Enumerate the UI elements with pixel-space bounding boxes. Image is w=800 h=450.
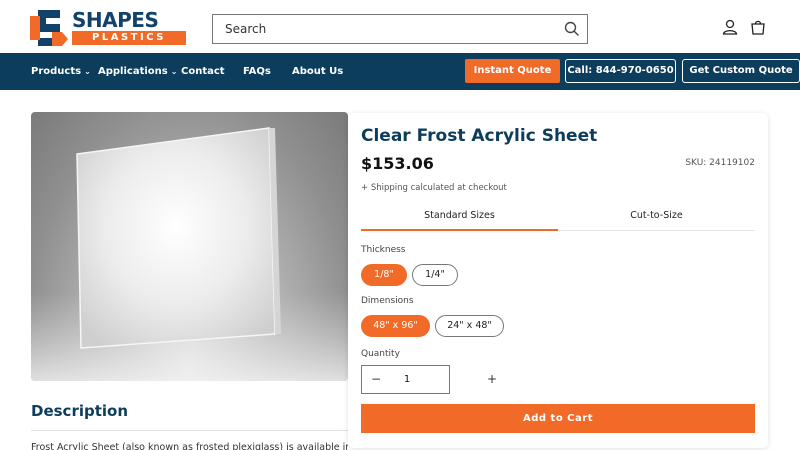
product-title: Clear Frost Acrylic Sheet — [361, 126, 598, 146]
call-button[interactable]: Call: 844-970-0650 — [565, 59, 676, 83]
nav-item-label: About Us — [292, 66, 344, 77]
main-nav: Products ⌄ Applications ⌄ Contact FAQs Abo… — [0, 53, 800, 90]
logo[interactable]: SHAPES PLASTICS — [30, 8, 186, 48]
site-header: SHAPES PLASTICS — [0, 0, 800, 53]
instant-quote-button[interactable]: Instant Quote — [465, 59, 560, 83]
account-icon[interactable] — [721, 18, 739, 36]
thickness-option-1-4[interactable]: 1/4" — [412, 264, 458, 286]
nav-item-about-us[interactable]: About Us — [292, 53, 343, 90]
logo-mark-icon — [30, 10, 68, 46]
chevron-down-icon: ⌄ — [170, 67, 178, 76]
nav-item-products[interactable]: Products ⌄ — [31, 53, 91, 90]
nav-item-contact[interactable]: Contact — [181, 53, 225, 90]
search-box — [212, 14, 588, 44]
custom-quote-button[interactable]: Get Custom Quote — [682, 59, 800, 83]
search-input[interactable] — [213, 15, 553, 43]
quantity-input[interactable]: 1 — [390, 366, 424, 393]
dimension-option-48x96[interactable]: 48" x 96" — [361, 315, 430, 337]
thickness-option-1-8[interactable]: 1/8" — [361, 264, 407, 286]
nav-item-label: Contact — [181, 66, 225, 77]
product-info-card: Clear Frost Acrylic Sheet $153.06 SKU: 2… — [348, 113, 768, 448]
dimensions-label: Dimensions — [361, 296, 414, 306]
tab-divider — [558, 230, 755, 231]
dimension-option-24x48[interactable]: 24" x 48" — [435, 315, 504, 337]
nav-item-label: Applications — [98, 66, 168, 77]
tab-standard-sizes[interactable]: Standard Sizes — [361, 210, 558, 231]
logo-subtitle: PLASTICS — [72, 31, 186, 45]
product-price: $153.06 — [361, 154, 434, 173]
thickness-label: Thickness — [361, 245, 406, 255]
chevron-down-icon: ⌄ — [84, 67, 91, 76]
description-heading: Description — [31, 402, 129, 420]
cart-icon[interactable] — [749, 18, 767, 36]
divider — [31, 430, 348, 431]
add-to-cart-button[interactable]: Add to Cart — [361, 404, 755, 433]
nav-item-label: FAQs — [243, 66, 271, 77]
nav-item-faqs[interactable]: FAQs — [243, 53, 271, 90]
quantity-stepper: − 1 — [361, 365, 450, 394]
logo-wordmark: SHAPES — [72, 8, 159, 32]
acrylic-sheet-graphic — [31, 127, 348, 381]
tab-cut-to-size[interactable]: Cut-to-Size — [558, 210, 755, 231]
product-image[interactable] — [31, 112, 348, 381]
quantity-label: Quantity — [361, 349, 400, 359]
product-sku: SKU: 24119102 — [685, 158, 755, 168]
nav-item-applications[interactable]: Applications ⌄ — [98, 53, 177, 90]
shipping-note: + Shipping calculated at checkout — [361, 183, 507, 193]
search-icon[interactable] — [563, 20, 581, 38]
nav-item-label: Products — [31, 66, 82, 77]
quantity-increase-button[interactable]: + — [478, 365, 506, 394]
description-text: Frost Acrylic Sheet (also known as frost… — [31, 442, 348, 450]
quantity-decrease-button[interactable]: − — [362, 366, 390, 393]
